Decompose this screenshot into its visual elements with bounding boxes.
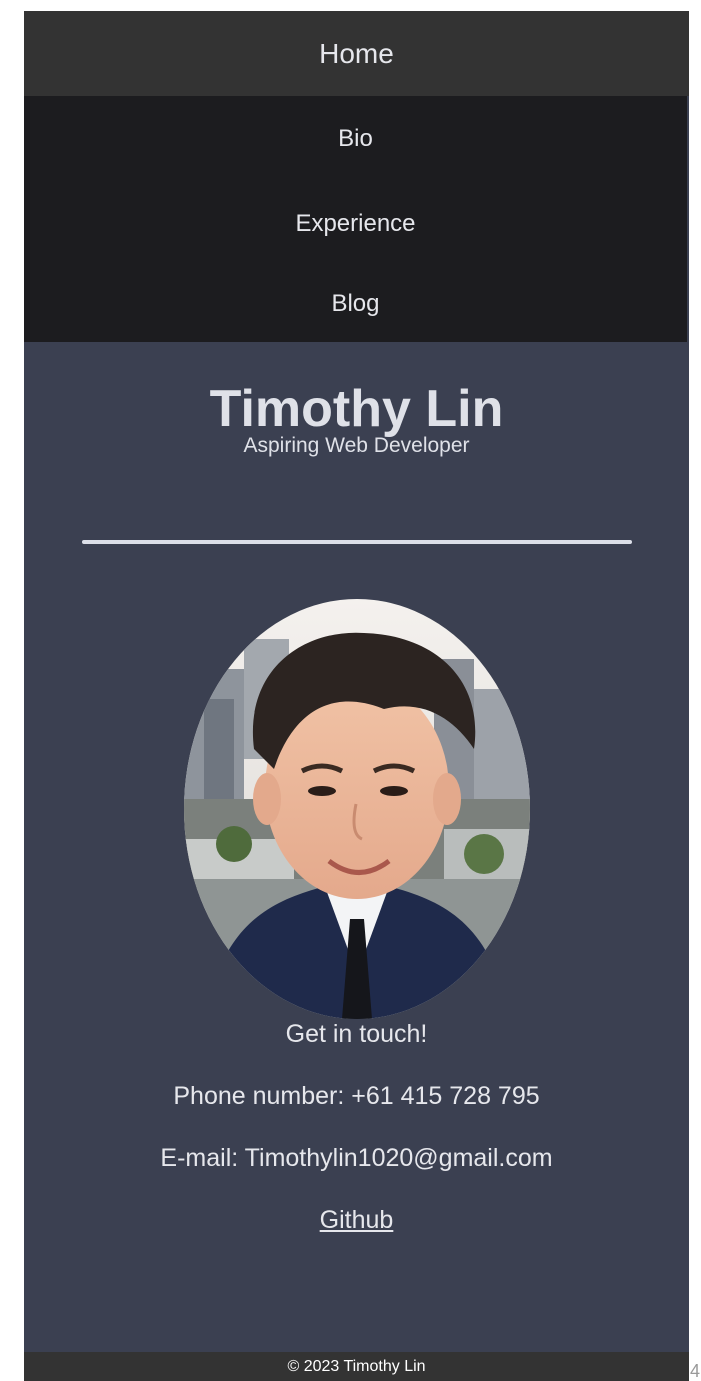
- contact-title: Get in touch!: [285, 1020, 428, 1048]
- contact-email: E-mail: Timothylin1020@gmail.com: [160, 1144, 553, 1172]
- contact-section: Get in touch! Phone number: +61 415 728 …: [24, 1019, 689, 1235]
- profile-photo-illustration: [183, 599, 530, 1019]
- nav-home-label: Home: [319, 37, 394, 69]
- profile-header: Timothy Lin Aspiring Web Developer: [24, 380, 689, 458]
- footer: © 2023 Timothy Lin: [24, 1352, 689, 1381]
- nav-item-blog[interactable]: Blog: [24, 266, 687, 342]
- profile-photo: [183, 599, 530, 1019]
- nav-item-label: Bio: [338, 124, 373, 152]
- nav-item-label: Experience: [295, 209, 416, 237]
- corner-glyph: 4: [690, 1361, 701, 1381]
- profile-subtitle: Aspiring Web Developer: [243, 434, 470, 457]
- page-container: Home Bio Experience Blog Timothy Lin Asp…: [24, 11, 689, 1381]
- nav-item-experience[interactable]: Experience: [24, 181, 687, 266]
- profile-name: Timothy Lin: [209, 380, 504, 438]
- nav-item-label: Blog: [331, 290, 380, 317]
- nav-home-link[interactable]: Home: [24, 11, 689, 96]
- contact-phone: Phone number: +61 415 728 795: [173, 1082, 540, 1110]
- nav-item-bio[interactable]: Bio: [24, 96, 687, 181]
- nav-menu: Bio Experience Blog: [24, 96, 687, 342]
- divider: [81, 540, 632, 544]
- footer-copyright: © 2023 Timothy Lin: [287, 1357, 426, 1375]
- github-link[interactable]: Github: [320, 1205, 394, 1235]
